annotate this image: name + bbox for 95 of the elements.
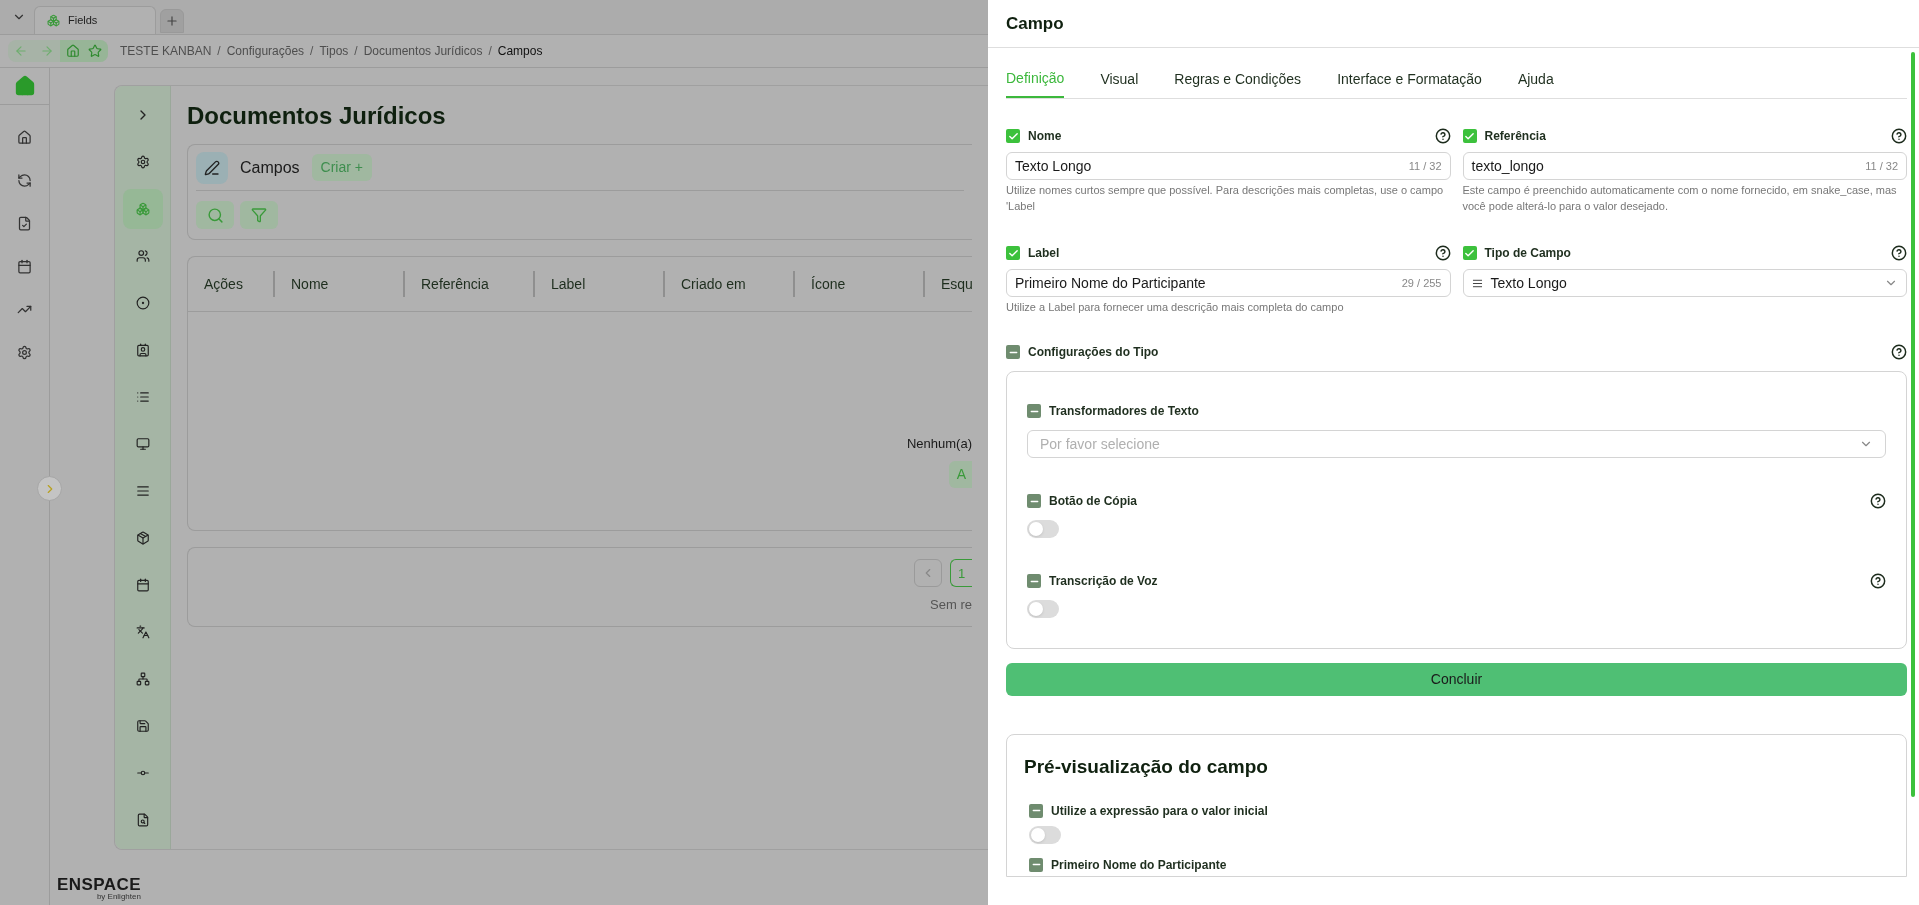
text-field[interactable]: texto_longo 11 / 32 xyxy=(1462,152,1907,180)
option-label: Primeiro Nome do Participante xyxy=(1051,856,1227,874)
section-title: Campos xyxy=(240,157,300,178)
column-header[interactable]: Label xyxy=(535,273,586,295)
text-field[interactable]: Texto Longo 11 / 32 xyxy=(1006,152,1451,180)
help-icon[interactable] xyxy=(1870,493,1886,509)
settings-icon[interactable] xyxy=(17,345,32,360)
home-icon[interactable] xyxy=(17,130,32,145)
help-icon[interactable] xyxy=(1891,128,1907,144)
checkbox[interactable] xyxy=(1462,129,1477,143)
search-icon xyxy=(206,206,224,224)
column-header[interactable]: Ações xyxy=(188,273,243,295)
option-label: Utilize a expressão para o valor inicial xyxy=(1051,802,1268,820)
help-icon[interactable] xyxy=(1891,245,1907,261)
field-hint: Utilize a Label para fornecer uma descrição mais completa do campo xyxy=(1006,300,1345,315)
lines-icon xyxy=(1471,277,1483,289)
field-label: Nome xyxy=(1028,128,1062,145)
pagination-info: Sem re xyxy=(930,596,972,615)
breadcrumb-item[interactable]: Tipos xyxy=(319,42,349,60)
browser-tab[interactable]: Fields xyxy=(34,6,156,34)
contact-icon xyxy=(135,343,150,357)
help-icon[interactable] xyxy=(1891,344,1907,360)
collapse-icon[interactable] xyxy=(1027,404,1041,418)
tab[interactable]: Interface e Formatação xyxy=(1337,60,1482,98)
checkbox[interactable] xyxy=(1006,129,1020,143)
calendar-icon xyxy=(135,578,150,592)
tab[interactable]: Ajuda xyxy=(1517,60,1554,98)
text-field[interactable]: Primeiro Nome do Participante 29 / 255 xyxy=(1006,269,1451,297)
breadcrumb-item[interactable]: Documentos Jurídicos xyxy=(363,42,483,60)
field-hint: Este campo é preenchido automaticamente com o nome fornecido, em snake_case, mas você pode alterá-lo para o valor desejado. xyxy=(1462,183,1898,214)
help-icon[interactable] xyxy=(1434,245,1451,261)
breadcrumb-separator: / xyxy=(488,43,492,60)
star-icon[interactable] xyxy=(88,44,102,58)
field-label: Tipo de Campo xyxy=(1484,245,1571,262)
column-header[interactable]: Nome xyxy=(275,273,329,295)
new-tab-button[interactable] xyxy=(160,9,184,33)
list-icon xyxy=(135,390,150,404)
field-label: Label xyxy=(1028,245,1060,262)
preview-title: Pré-visualização do campo xyxy=(1024,755,1269,779)
collapse-icon[interactable] xyxy=(1006,345,1020,359)
column-header[interactable]: Criado em xyxy=(665,273,746,295)
breadcrumb-separator: / xyxy=(354,43,358,60)
brand-tagline: by Enlighten xyxy=(96,893,141,901)
option-label: Transcrição de Voz xyxy=(1049,573,1158,590)
drawer-title: Campo xyxy=(1006,12,1064,35)
plus-icon xyxy=(165,14,179,28)
breadcrumb-separator: / xyxy=(310,43,314,60)
option-label: Botão de Cópia xyxy=(1049,493,1137,510)
help-icon[interactable] xyxy=(1870,573,1886,589)
field-label: Referência xyxy=(1484,128,1546,145)
blocks-icon xyxy=(135,202,150,216)
lines-icon xyxy=(135,484,150,498)
breadcrumb-item[interactable]: Configurações xyxy=(226,42,305,60)
settings-icon xyxy=(135,155,150,169)
empty-message: Nenhum(a) xyxy=(906,434,972,453)
breadcrumb-item[interactable]: Campos xyxy=(497,42,543,60)
brand-name: ENSPACE xyxy=(57,876,141,893)
network-icon xyxy=(135,672,150,686)
users-icon xyxy=(135,249,150,263)
collapse-icon[interactable] xyxy=(1029,803,1043,818)
scrollbar-thumb[interactable] xyxy=(1911,52,1915,797)
column-header[interactable]: Referência xyxy=(405,273,489,295)
section-logo-icon xyxy=(196,151,228,184)
checkbox[interactable] xyxy=(1462,246,1477,260)
option-label: Transformadores de Texto xyxy=(1049,403,1199,420)
calendar-icon[interactable] xyxy=(17,259,32,274)
field-hint: Utilize nomes curtos sempre que possível. Para descrições mais completas, use o campo 'Label xyxy=(1006,183,1445,214)
package-icon xyxy=(135,531,150,545)
tab[interactable]: Regras e Condições xyxy=(1174,60,1302,98)
breadcrumb-item[interactable]: TESTE KANBAN xyxy=(120,42,212,60)
filter-icon xyxy=(251,207,267,223)
help-icon[interactable] xyxy=(1434,128,1451,144)
save-icon xyxy=(135,719,150,733)
column-header[interactable]: Esqu xyxy=(925,273,973,295)
breadcrumb-separator: / xyxy=(217,43,221,60)
submit-button[interactable]: Concluir xyxy=(1006,663,1907,696)
collapse-icon[interactable] xyxy=(1029,857,1043,872)
section-title: Configurações do Tipo xyxy=(1028,344,1159,361)
checkbox[interactable] xyxy=(1006,246,1020,260)
collapse-icon[interactable] xyxy=(1027,574,1041,588)
sync-icon[interactable] xyxy=(17,173,32,188)
toggle-switch[interactable] xyxy=(1027,520,1059,538)
file-search-icon xyxy=(135,813,150,827)
monitor-icon xyxy=(135,437,150,451)
toggle-switch[interactable] xyxy=(1029,825,1061,844)
column-header[interactable]: Ícone xyxy=(795,273,846,295)
page-title: Documentos Jurídicos xyxy=(187,101,447,131)
toggle-switch[interactable] xyxy=(1027,600,1059,618)
circle-icon xyxy=(135,296,150,310)
select-field[interactable]: Texto Longo xyxy=(1462,269,1907,297)
blocks-icon xyxy=(47,14,60,27)
collapse-icon[interactable] xyxy=(1027,494,1041,508)
file-check-icon[interactable] xyxy=(17,216,32,231)
translate-icon xyxy=(135,625,150,639)
tab[interactable]: Visual xyxy=(1100,60,1139,98)
